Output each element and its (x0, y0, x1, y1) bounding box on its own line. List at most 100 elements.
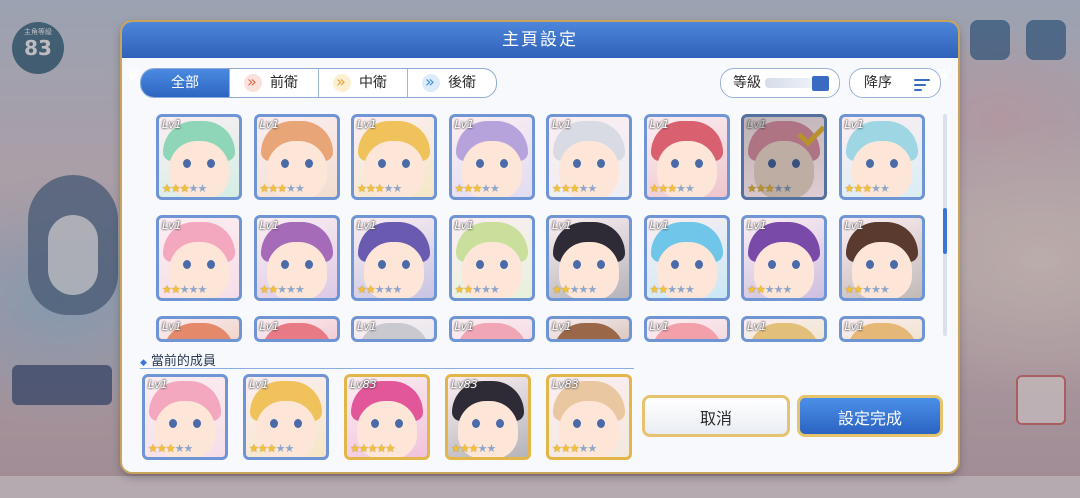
star-filled-icon: ★ (560, 182, 571, 195)
roster-character-card[interactable]: Lv1 (838, 316, 925, 342)
character-level: Lv1 (649, 320, 670, 333)
character-eyes (573, 260, 605, 269)
roster-character-card[interactable]: Lv1 (253, 316, 340, 342)
tab-front[interactable]: 前衛 (229, 69, 318, 97)
current-member-card[interactable]: Lv83 ★★★★★ (344, 374, 430, 460)
roster-character-card[interactable]: Lv1 ★★★★★ (351, 215, 437, 301)
character-level: Lv1 (357, 320, 377, 333)
star-filled-icon: ★ (257, 442, 268, 455)
character-level: Lv83 (451, 378, 478, 391)
star-rating: ★★★★★ (260, 283, 305, 296)
star-filled-icon: ★ (365, 182, 376, 195)
star-empty-icon: ★ (392, 182, 403, 195)
star-empty-icon: ★ (587, 182, 598, 195)
character-level: Lv1 (747, 320, 767, 333)
character-eyes (378, 159, 410, 168)
star-filled-icon: ★ (165, 442, 176, 455)
star-empty-icon: ★ (773, 283, 784, 296)
cancel-button[interactable]: 取消 (642, 395, 790, 437)
tab-middle-label: 中衛 (359, 75, 387, 91)
roster-character-card[interactable]: Lv1 ★★★★★ (546, 215, 632, 301)
roster-character-card[interactable]: Lv1 (448, 316, 535, 342)
character-level: Lv1 (249, 378, 269, 391)
star-filled-icon: ★ (365, 283, 376, 296)
star-rating: ★★★★★ (148, 442, 193, 455)
roster-character-card[interactable]: Lv1 (156, 316, 242, 342)
roster-character-card[interactable]: Lv1 ★★★★★ (546, 114, 632, 200)
roster-character-card[interactable]: Lv1 ★★★★★ (156, 215, 242, 301)
character-eyes (670, 159, 703, 168)
roster-character-card[interactable]: Lv1 ★★★★★ (838, 215, 925, 301)
current-member-card[interactable]: Lv1 ★★★★★ (142, 374, 228, 460)
scrollbar-thumb[interactable] (943, 208, 947, 254)
star-filled-icon: ★ (162, 283, 172, 296)
star-rating: ★★★★★ (162, 283, 207, 296)
star-filled-icon: ★ (569, 442, 580, 455)
role-filter-tabs: 全部 前衛 中衛 後衛 (140, 68, 497, 98)
star-empty-icon: ★ (383, 283, 394, 296)
star-filled-icon: ★ (358, 442, 369, 455)
tab-back[interactable]: 後衛 (407, 69, 496, 97)
star-empty-icon: ★ (481, 283, 491, 296)
character-eyes (670, 260, 703, 269)
star-filled-icon: ★ (451, 442, 461, 455)
star-empty-icon: ★ (880, 283, 890, 296)
character-eyes (183, 159, 215, 168)
roster-character-card[interactable]: Lv1 ★★★★★ (253, 114, 340, 200)
star-empty-icon: ★ (862, 283, 872, 296)
star-empty-icon: ★ (578, 182, 589, 195)
star-filled-icon: ★ (552, 283, 562, 296)
star-filled-icon: ★ (266, 442, 277, 455)
roster-character-card[interactable]: Lv1 ★★★★★ (351, 114, 437, 200)
character-eyes (573, 159, 605, 168)
star-filled-icon: ★ (862, 182, 872, 195)
tab-all[interactable]: 全部 (141, 69, 229, 97)
star-empty-icon: ★ (383, 182, 394, 195)
grid-scrollbar[interactable] (943, 114, 947, 336)
star-empty-icon: ★ (188, 182, 199, 195)
roster-character-card[interactable]: Lv1 ★★★★★ (838, 114, 925, 200)
current-member-card[interactable]: Lv83 ★★★★★ (546, 374, 632, 460)
star-rating: ★★★★★ (357, 182, 403, 195)
star-filled-icon: ★ (148, 442, 158, 455)
star-filled-icon: ★ (463, 283, 473, 296)
roster-character-card[interactable]: Lv1 ★★★★★ (253, 215, 340, 301)
star-filled-icon: ★ (658, 182, 668, 195)
back-role-icon (422, 69, 440, 96)
roster-character-card[interactable]: Lv1 (546, 316, 632, 342)
star-empty-icon: ★ (782, 182, 793, 195)
roster-character-card[interactable]: Lv1 ★★★★★ (643, 215, 730, 301)
roster-character-card[interactable]: Lv1 ★★★★★ (643, 114, 730, 200)
roster-character-card[interactable]: Lv1 ★★★★★ (448, 215, 535, 301)
character-level: Lv1 (148, 378, 168, 391)
star-rating: ★★★★★ (260, 182, 305, 195)
star-filled-icon: ★ (277, 182, 287, 195)
current-members-list: Lv1 ★★★★★ Lv1 ★★★★★ Lv83 ★★★★★ Lv83 ★★★★★ Lv83 ★★… (140, 374, 640, 464)
roster-character-card[interactable]: Lv1 (643, 316, 730, 342)
star-filled-icon: ★ (367, 442, 378, 455)
roster-character-card[interactable]: Lv1 ★★★★★ (448, 114, 535, 200)
character-eyes (865, 159, 898, 168)
star-empty-icon: ★ (676, 283, 686, 296)
star-filled-icon: ★ (249, 442, 259, 455)
roster-character-card[interactable]: Lv1 ★★★★★ (741, 215, 827, 301)
star-empty-icon: ★ (782, 283, 793, 296)
sort-field-button[interactable]: 等級 (720, 68, 840, 98)
star-empty-icon: ★ (490, 283, 500, 296)
roster-character-card[interactable]: Lv1 ★★★★★ (741, 114, 827, 200)
confirm-button[interactable]: 設定完成 (797, 395, 943, 437)
star-filled-icon: ★ (374, 182, 385, 195)
character-eyes (768, 260, 800, 269)
sort-order-button[interactable]: 降序 (849, 68, 941, 98)
star-rating: ★★★★★ (455, 283, 500, 296)
tab-middle[interactable]: 中衛 (318, 69, 407, 97)
current-member-card[interactable]: Lv1 ★★★★★ (243, 374, 329, 460)
roster-character-card[interactable]: Lv1 ★★★★★ (156, 114, 242, 200)
character-level: Lv1 (552, 118, 572, 131)
star-empty-icon: ★ (472, 283, 482, 296)
roster-character-card[interactable]: Lv1 (741, 316, 827, 342)
star-empty-icon: ★ (685, 283, 695, 296)
current-member-card[interactable]: Lv83 ★★★★★ (445, 374, 531, 460)
roster-character-card[interactable]: Lv1 (351, 316, 437, 342)
character-eyes (475, 159, 508, 168)
